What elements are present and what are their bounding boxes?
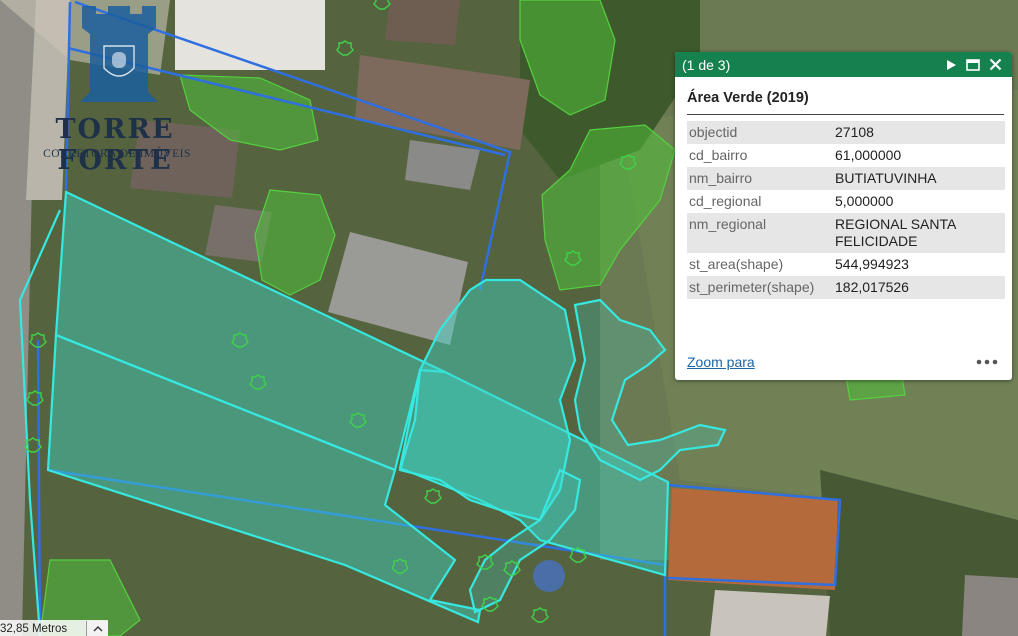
rooftop-right	[962, 575, 1018, 636]
close-icon	[989, 58, 1001, 71]
attribute-key: cd_regional	[689, 193, 762, 209]
more-options-button[interactable]	[974, 352, 1000, 372]
attribute-row: nm_bairro BUTIATUVINHA	[687, 167, 1005, 190]
rooftop-tile	[668, 488, 838, 590]
attribute-table: objectid 27108 cd_bairro 61,000000 nm_ba…	[687, 121, 1005, 299]
attribute-row: nm_regional REGIONAL SANTA FELICIDADE	[687, 213, 1005, 253]
attribute-row: cd_regional 5,000000	[687, 190, 1005, 213]
feature-counter: (1 de 3)	[682, 56, 731, 73]
watermark-tagline: CORRETORA DE IMÓVEIS	[43, 148, 191, 160]
attribute-value: BUTIATUVINHA	[833, 167, 1005, 190]
zoom-to-link[interactable]: Zoom para	[687, 354, 974, 370]
attribute-row: objectid 27108	[687, 121, 1005, 144]
pool-deck	[710, 590, 830, 636]
attribute-value: 27108	[833, 121, 1005, 144]
attribute-value: 182,017526	[833, 276, 1005, 299]
attribute-key: nm_regional	[687, 213, 833, 253]
attribute-key: objectid	[687, 121, 833, 144]
maximize-icon	[966, 58, 980, 71]
close-button[interactable]	[984, 54, 1006, 76]
more-options-icon	[976, 359, 998, 365]
attribute-key: st_perimeter(shape)	[687, 276, 833, 299]
attribute-value: 544,994923	[835, 256, 909, 272]
chevron-up-icon	[93, 626, 102, 632]
feature-popup: (1 de 3) Área Verde (2019) objectid 2710…	[675, 52, 1012, 380]
maximize-button[interactable]	[962, 54, 984, 76]
scale-toggle-button[interactable]	[86, 620, 108, 636]
rooftop-brown-2	[385, 0, 460, 45]
watermark-brand: TORRE FORTE	[55, 114, 175, 176]
popup-header: (1 de 3)	[675, 52, 1012, 77]
popup-title: Área Verde (2019)	[687, 90, 1004, 115]
watermark-logo: TORRE FORTE CORRETORA DE IMÓVEIS	[8, 6, 218, 176]
attribute-key: nm_bairro	[687, 167, 833, 190]
next-feature-button[interactable]	[940, 54, 962, 76]
attribute-value: 61,000000	[835, 147, 902, 163]
attribute-key: st_area(shape)	[689, 256, 784, 272]
pool	[533, 560, 565, 592]
attribute-value: REGIONAL SANTA FELICIDADE	[833, 213, 1005, 253]
tower-logo-icon	[80, 6, 158, 102]
attribute-row: st_perimeter(shape) 182,017526	[687, 276, 1005, 299]
popup-footer: Zoom para	[687, 352, 1000, 372]
attribute-row: st_area(shape) 544,994923	[687, 253, 1005, 276]
scale-bar: 32,85 Metros	[0, 620, 108, 636]
scale-label: 32,85 Metros	[0, 622, 68, 635]
attribute-value: 5,000000	[835, 193, 894, 209]
attribute-key: cd_bairro	[689, 147, 748, 163]
next-feature-icon	[947, 59, 956, 70]
attribute-row: cd_bairro 61,000000	[687, 144, 1005, 167]
